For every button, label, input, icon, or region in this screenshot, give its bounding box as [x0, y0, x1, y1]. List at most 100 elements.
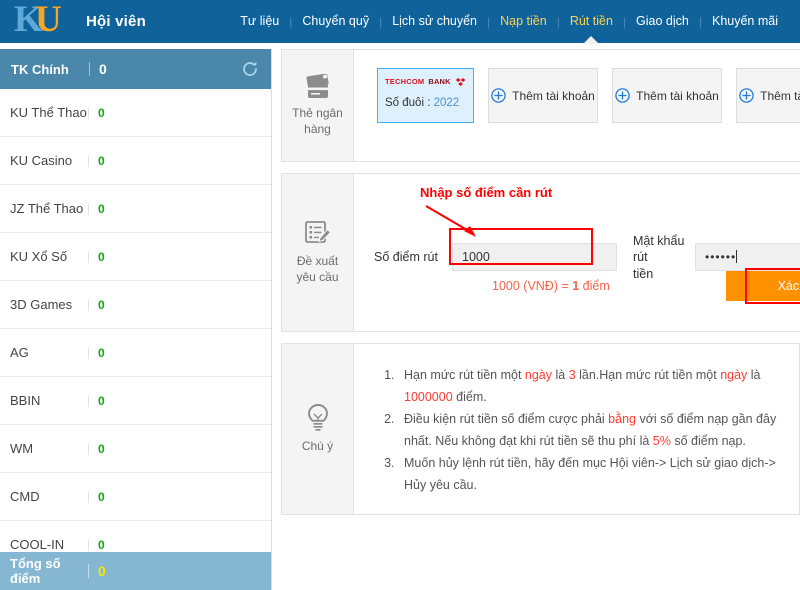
note-highlight: 5%: [653, 434, 671, 448]
bank-cards-panel: Thẻ ngân hàng TECHCOM BANK: [281, 49, 800, 162]
notes-section-label: Chú ý: [302, 438, 333, 454]
sidebar-divider: [89, 62, 90, 76]
withdraw-points-input[interactable]: 1000: [452, 243, 617, 271]
note-item-2: Điều kiện rút tiền số điểm cược phải bằn…: [398, 409, 777, 452]
note-fragment: là: [747, 368, 760, 382]
top-header-bar: K U Hội viên Tư liệu | Chuyển quỹ | Lịch…: [0, 0, 800, 43]
ku-logo[interactable]: K U: [14, 4, 72, 40]
sidebar-item-label: WM: [10, 441, 88, 456]
sidebar-main-account-row[interactable]: TK Chính 0: [0, 49, 271, 89]
note-highlight: bằng: [608, 412, 636, 426]
sidebar-main-account-label: TK Chính: [11, 62, 89, 77]
sidebar-item-ku-the-thao[interactable]: KU Thể Thao 0: [0, 89, 271, 137]
add-account-button-3[interactable]: Thêm tài khoản: [736, 68, 800, 123]
sidebar-divider: [88, 347, 89, 359]
sidebar-total-value: 0: [98, 563, 106, 579]
sidebar-total-points-row: Tổng số điểm 0: [0, 552, 271, 590]
sidebar-divider: [88, 491, 89, 503]
sidebar-item-value: 0: [98, 442, 105, 456]
nav-item-lich-su-chuyen[interactable]: Lịch sử chuyển: [382, 0, 487, 43]
sidebar-item-value: 0: [98, 250, 105, 264]
text-caret: [736, 250, 737, 263]
conversion-rate-note: 1000 (VNĐ) = 1 điểm: [492, 279, 610, 293]
nav-item-nap-tien[interactable]: Nạp tiền: [490, 0, 557, 43]
sidebar-item-cmd[interactable]: CMD 0: [0, 473, 271, 521]
add-account-button-2[interactable]: Thêm tài khoản: [612, 68, 722, 123]
main-content: Thẻ ngân hàng TECHCOM BANK: [281, 49, 800, 590]
credit-card-icon: [302, 74, 334, 100]
bank-logo-part1: TECHCOM: [385, 77, 424, 86]
sidebar-item-label: JZ Thể Thao: [10, 201, 88, 216]
note-highlight: 1000000: [404, 390, 453, 404]
page-root: K U Hội viên Tư liệu | Chuyển quỹ | Lịch…: [0, 0, 800, 590]
request-section-icon: Đề xuất yêu cầu: [282, 174, 354, 331]
sidebar-item-value: 0: [98, 490, 105, 504]
accounts-sidebar: TK Chính 0 KU Thể Thao 0 KU Casino 0: [0, 49, 272, 590]
sidebar-item-label: BBIN: [10, 393, 88, 408]
withdraw-points-value: 1000: [462, 250, 490, 264]
withdraw-form-panel: Đề xuất yêu cầu Số điểm rút 1000 Mật khẩ…: [281, 173, 800, 332]
request-document-icon: [303, 220, 333, 248]
confirm-button[interactable]: Xác nhận: [726, 271, 800, 301]
confirm-button-label: Xác nhận: [778, 279, 800, 293]
bank-cards-area: TECHCOM BANK Số đuôi : 2022: [354, 50, 800, 161]
rate-note-prefix: 1000 (VNĐ) =: [492, 279, 572, 293]
page-title: Hội viên: [86, 13, 146, 30]
nav-item-rut-tien[interactable]: Rút tiền: [560, 0, 623, 43]
note-item-1: Hạn mức rút tiền một ngày là 3 lần.Hạn m…: [398, 365, 777, 408]
nav-item-khuyen-mai[interactable]: Khuyến mãi: [702, 0, 788, 43]
refresh-icon[interactable]: [240, 59, 260, 79]
lightbulb-icon: [304, 403, 332, 433]
sidebar-item-ku-xo-so[interactable]: KU Xổ Số 0: [0, 233, 271, 281]
sidebar-item-ku-casino[interactable]: KU Casino 0: [0, 137, 271, 185]
sidebar-divider: [88, 539, 89, 551]
bank-card-tail-label: Số đuôi :: [385, 97, 434, 109]
note-highlight: ngày: [720, 368, 747, 382]
withdraw-password-value: ••••••: [705, 250, 737, 264]
bank-card-section-icon: Thẻ ngân hàng: [282, 50, 354, 161]
note-fragment: Điều kiện rút tiền số điểm cược phải: [404, 412, 608, 426]
sidebar-item-label: 3D Games: [10, 297, 88, 312]
sidebar-item-label: KU Casino: [10, 153, 88, 168]
nav-item-rut-tien-label: Rút tiền: [570, 14, 613, 28]
sidebar-item-label: COOL-IN: [10, 537, 88, 552]
plus-circle-icon: [615, 88, 630, 103]
plus-circle-icon: [739, 88, 754, 103]
add-account-label: Thêm tài khoản: [636, 89, 719, 103]
sidebar-item-value: 0: [98, 202, 105, 216]
bank-card-techcombank[interactable]: TECHCOM BANK Số đuôi : 2022: [377, 68, 474, 123]
notes-section-icon: Chú ý: [282, 344, 354, 514]
note-fragment: Hạn mức rút tiền một: [404, 368, 525, 382]
techcombank-logo: TECHCOM BANK: [385, 75, 466, 88]
sidebar-divider: [88, 564, 89, 578]
techcombank-mark-icon: [455, 77, 466, 87]
annotation-label: Nhập số điểm cần rút: [420, 185, 552, 200]
sidebar-item-label: KU Thể Thao: [10, 105, 88, 120]
sidebar-item-jz-the-thao[interactable]: JZ Thể Thao 0: [0, 185, 271, 233]
nav-item-tu-lieu[interactable]: Tư liệu: [230, 0, 289, 43]
add-account-label: Thêm tài khoản: [760, 89, 800, 103]
sidebar-divider: [88, 203, 89, 215]
sidebar-item-ag[interactable]: AG 0: [0, 329, 271, 377]
request-section-label-line2: yêu cầu: [296, 269, 338, 285]
plus-circle-icon: [491, 88, 506, 103]
sidebar-item-wm[interactable]: WM 0: [0, 425, 271, 473]
sidebar-item-value: 0: [98, 346, 105, 360]
bank-card-tail-value: 2022: [434, 97, 460, 109]
withdraw-password-input[interactable]: •••••• ?: [695, 243, 800, 271]
sidebar-item-value: 0: [98, 538, 105, 552]
sidebar-item-value: 0: [98, 154, 105, 168]
sidebar-item-3d-games[interactable]: 3D Games 0: [0, 281, 271, 329]
bank-card-tail-number: Số đuôi : 2022: [385, 97, 466, 109]
nav-active-arrow-icon: [583, 36, 599, 44]
add-account-button-1[interactable]: Thêm tài khoản: [488, 68, 598, 123]
sidebar-item-label: CMD: [10, 489, 88, 504]
sidebar-account-list: KU Thể Thao 0 KU Casino 0 JZ Thể Thao 0 …: [0, 89, 271, 590]
add-account-label: Thêm tài khoản: [512, 89, 595, 103]
nav-item-chuyen-quy[interactable]: Chuyển quỹ: [292, 0, 379, 43]
sidebar-divider: [88, 251, 89, 263]
request-section-label-line1: Đề xuất: [297, 253, 338, 269]
sidebar-item-label: AG: [10, 345, 88, 360]
sidebar-item-bbin[interactable]: BBIN 0: [0, 377, 271, 425]
nav-item-giao-dich[interactable]: Giao dịch: [626, 0, 699, 43]
